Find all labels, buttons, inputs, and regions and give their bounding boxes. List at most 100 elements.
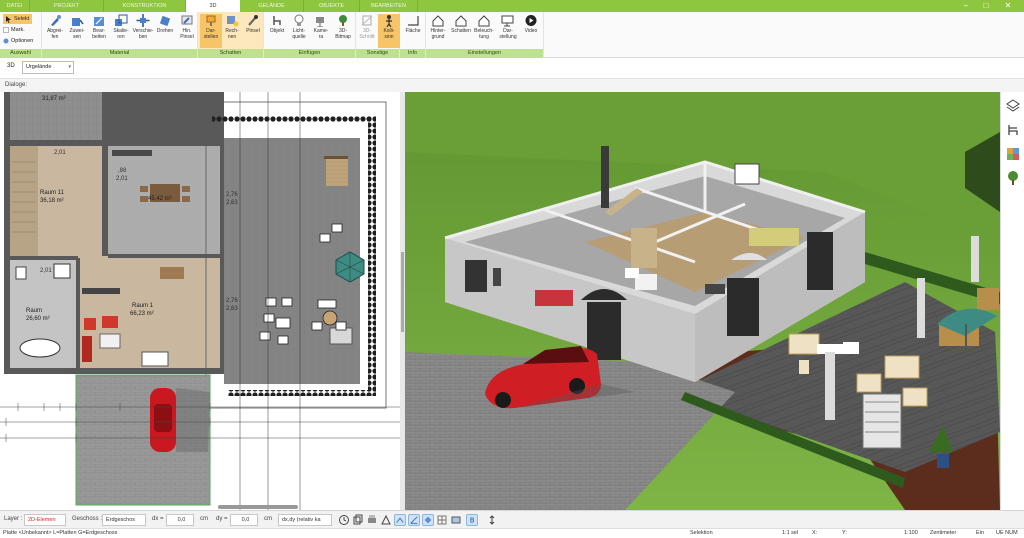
options-button[interactable]: Optionen (3, 36, 33, 46)
tab-gelaende[interactable]: GELÄNDE (240, 0, 304, 12)
cursor-icon (6, 15, 11, 23)
layer-label: Layer : (4, 516, 23, 522)
area-icon (408, 16, 419, 26)
dialog-bar: Dialoge: (0, 78, 1024, 92)
minimize-icon[interactable]: – (960, 1, 972, 11)
plant-catalog-icon[interactable] (1005, 170, 1021, 186)
copy-icon[interactable] (352, 514, 364, 526)
dim-label-6: 2,63 (226, 306, 238, 312)
tab-datei[interactable]: DATEI (0, 0, 30, 12)
snap-icon[interactable] (380, 514, 392, 526)
ribbon-group-einstellungen: Hinter- grund Schatten Beleuch- tung Dar… (426, 12, 544, 58)
clock-icon[interactable] (338, 514, 350, 526)
group-label-einstellungen: Einstellungen (426, 49, 543, 58)
insert-light-button[interactable]: Licht- quelle (288, 14, 310, 48)
scale-material-label: Skalie- ren (113, 28, 129, 40)
pick-material-button[interactable]: Abgrei- fen (44, 14, 66, 48)
show-shadow-button[interactable]: Dar- stellen (200, 14, 222, 48)
background-button[interactable]: Hinter- grund (427, 14, 449, 48)
close-icon[interactable]: ✕ (1002, 1, 1014, 11)
shadow-settings-button[interactable]: Schatten (450, 14, 472, 48)
layer-value: 2D-Elemen (28, 517, 56, 523)
geschoss-select[interactable]: Erdgeschos (102, 514, 146, 526)
status-scale: 1:100 (904, 530, 918, 536)
tab-objekte[interactable]: OBJEKTE (304, 0, 360, 12)
video-label: Video (524, 28, 538, 34)
dy-input[interactable]: 0,0 (230, 514, 258, 526)
area-button[interactable]: Fläche (402, 14, 424, 48)
group-label-auswahl: Auswahl (0, 49, 41, 58)
group-label-schatten: Schatten (198, 49, 263, 58)
3d-view[interactable] (405, 92, 1000, 510)
coordinate-mode-select[interactable]: dx,dy (relativ ka (278, 514, 332, 526)
rotate-icon (159, 15, 171, 27)
height-icon[interactable] (486, 514, 498, 526)
splitter-grip[interactable] (401, 252, 404, 332)
menu-tab-bar: DATEI PROJEKT KONSTRUKTION 3D GELÄNDE OB… (0, 0, 1024, 12)
move-material-button[interactable]: Verschie- ben (132, 14, 154, 48)
dim-label-5: 2,76 (226, 298, 238, 304)
ribbon: Selekt Mark. Optionen Auswahl Abgrei- fe… (0, 12, 1024, 58)
lounger (326, 156, 348, 186)
armchair-red (84, 318, 96, 330)
tab-konstruktion[interactable]: KONSTRUKTION (104, 0, 186, 12)
floor-plan-view[interactable]: 31,87 m² Raum 11 36,18 m² 45,42 m² Raum … (0, 92, 400, 510)
room-label-area-1: 36,18 m² (40, 198, 64, 204)
video-button[interactable]: Video (520, 14, 542, 48)
grid-icon[interactable] (436, 514, 448, 526)
layers-icon[interactable] (1005, 98, 1021, 114)
horizontal-scrollbar[interactable] (218, 505, 298, 509)
dim-label-1: ,88 (118, 168, 127, 174)
display-button[interactable]: Dar- stellung (497, 14, 519, 48)
collision-label: Kolli- sion (383, 28, 395, 40)
rotate-material-label: Drehen (156, 28, 174, 34)
tab-3d[interactable]: 3D (186, 0, 240, 12)
dim-label-4: 2,63 (226, 200, 238, 206)
shadow-brush-icon (248, 15, 258, 26)
shadow-brush-button[interactable]: Pinsel (242, 14, 264, 48)
dx-input[interactable]: 0,0 (166, 514, 194, 526)
maximize-icon[interactable]: □ (980, 1, 992, 11)
3d-section-button[interactable]: 3D- Schnitt (356, 14, 378, 48)
collision-button[interactable]: Kolli- sion (378, 14, 400, 48)
ortho-tool-icon[interactable] (422, 514, 434, 526)
dx-value: 0,0 (177, 517, 186, 523)
monitor-icon (501, 15, 514, 27)
car-plan (150, 388, 176, 452)
mark-button[interactable]: Mark. (3, 25, 25, 35)
select-button[interactable]: Selekt (3, 14, 33, 24)
terrain-select[interactable]: Urgelände ▾ (22, 61, 74, 74)
insert-camera-button[interactable]: Kame- ra (310, 14, 332, 48)
scale-material-button[interactable]: Skalie- ren (110, 14, 132, 48)
tab-projekt[interactable]: PROJEKT (30, 0, 104, 12)
calc-shadow-label: Rech- nen (225, 28, 239, 40)
line-tool-icon[interactable] (394, 514, 406, 526)
chair-catalog-icon[interactable] (1005, 122, 1021, 138)
bold-b-icon[interactable]: B (466, 514, 478, 526)
room-label-name-1: Raum 11 (40, 190, 64, 196)
toilet (15, 266, 27, 280)
view-icon[interactable] (450, 514, 462, 526)
room-label-name-3: Raum 1 (132, 303, 154, 309)
hint-brush-label: Hin. Pinsel (180, 28, 194, 40)
calc-shadow-button[interactable]: Rech- nen (221, 14, 243, 48)
material-palette-icon[interactable] (1005, 146, 1021, 162)
insert-object-button[interactable]: Objekt (266, 14, 288, 48)
print-icon[interactable] (366, 514, 378, 526)
dy-label: dy = (216, 516, 228, 522)
shadow-settings-label: Schatten (451, 28, 471, 34)
lighting-button[interactable]: Beleuch- tung (473, 14, 495, 48)
dx-unit: cm (200, 516, 208, 522)
assign-material-button[interactable]: Zuwei- sen (66, 14, 88, 48)
angle-tool-icon[interactable] (408, 514, 420, 526)
background-label: Hinter- grund (430, 28, 446, 40)
tab-bearbeiten[interactable]: BEARBEITEN (360, 0, 418, 12)
ribbon-group-schatten: Dar- stellen Rech- nen Pinsel Schatten (198, 12, 264, 58)
layer-select[interactable]: 2D-Elemen (24, 514, 66, 526)
edit-material-button[interactable]: Bear- beiten (88, 14, 110, 48)
insert-3d-bitmap-button[interactable]: 3D- Bitmap (332, 14, 354, 48)
sideboard (141, 351, 169, 367)
hint-brush-button[interactable]: Hin. Pinsel (176, 14, 198, 48)
rotate-material-button[interactable]: Drehen (154, 14, 176, 48)
ribbon-group-auswahl: Selekt Mark. Optionen Auswahl (0, 12, 42, 58)
